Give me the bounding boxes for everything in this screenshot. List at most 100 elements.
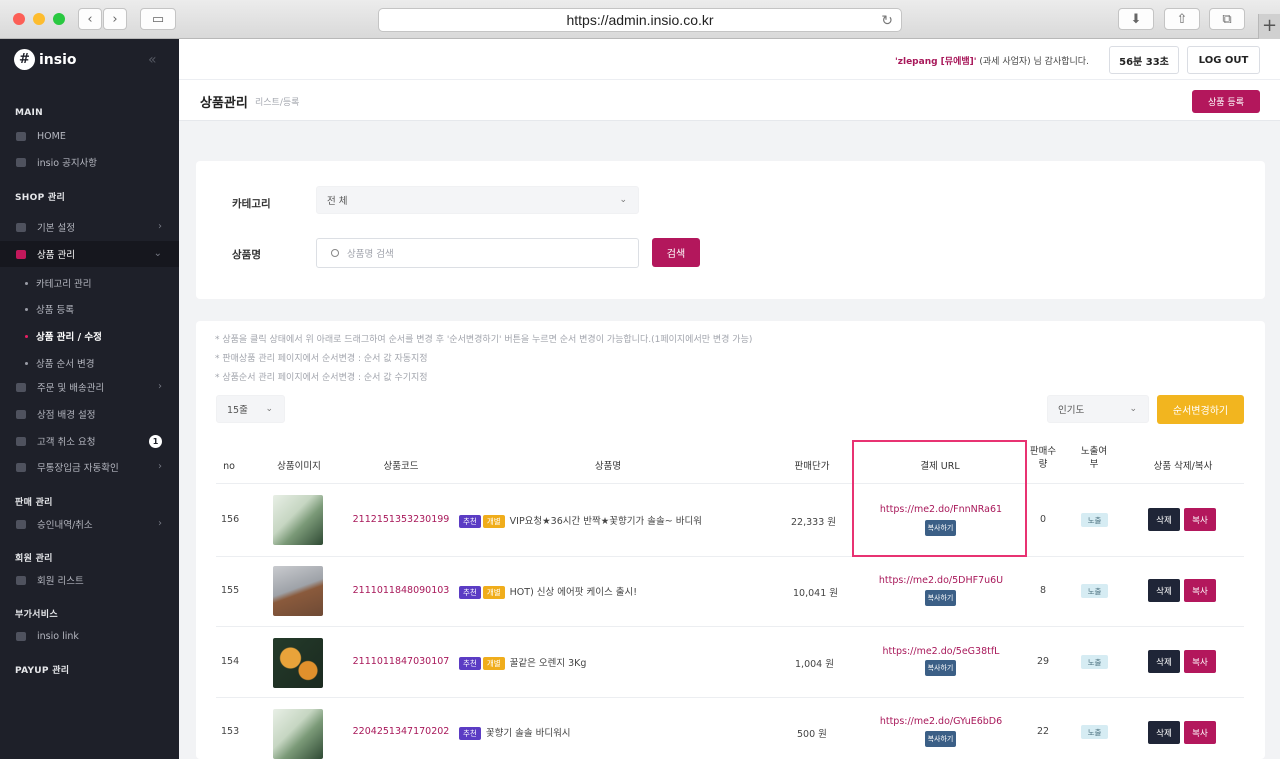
product-name-label: 상품명	[232, 249, 261, 261]
product-name[interactable]: 추천 꽃향기 솔솔 바디워시	[459, 725, 571, 740]
sidebar-item-home[interactable]: HOME	[0, 123, 179, 149]
sidebar-item-member-list[interactable]: 회원 리스트	[0, 567, 179, 593]
payment-url[interactable]: https://me2.do/5eG38tfL	[866, 646, 1016, 657]
tabs-icon[interactable]: ⧉	[1209, 8, 1245, 30]
sidebar-item-product[interactable]: 상품 관리 ⌄	[0, 241, 179, 267]
chevron-right-icon: ›	[158, 381, 162, 392]
product-code[interactable]: 220425134717020­2	[346, 726, 456, 737]
breadcrumb: 리스트/등록	[255, 98, 300, 108]
category-select[interactable]: 전 체 ⌄	[316, 186, 639, 214]
logo-icon: #	[14, 49, 35, 70]
chevron-right-icon: ›	[158, 518, 162, 529]
product-name[interactable]: 추천 개별 VIP요청★36시간 반짝★꽃향기가 솔솔~ 바디워	[459, 513, 702, 528]
tag-recommend: 추천	[459, 727, 481, 740]
page-size-select[interactable]: 15줄 ⌄	[216, 395, 285, 423]
sub-item-register[interactable]: 상품 등록	[25, 302, 74, 316]
exposure-badge: 노출	[1081, 584, 1108, 598]
search-icon	[331, 249, 339, 257]
product-code[interactable]: 211215135323019­9	[346, 514, 456, 525]
tag-individual: 개별	[482, 657, 505, 670]
copy-url-button[interactable]: 복사하기	[925, 660, 956, 676]
new-tab-icon[interactable]: +	[1258, 14, 1280, 39]
copy-button[interactable]: 복사	[1184, 650, 1216, 673]
chevron-down-icon: ⌄	[1129, 404, 1137, 414]
divider	[216, 483, 1244, 484]
sidebar-item-approval[interactable]: 승인내역/취소 ›	[0, 511, 179, 537]
sidebar-item-basic[interactable]: 기본 설정 ›	[0, 214, 179, 240]
home-icon	[16, 131, 26, 141]
sidebar-item-notice[interactable]: insio 공지사항	[0, 149, 179, 175]
category-label: 카테고리	[232, 198, 271, 210]
price: 22,333 원	[791, 517, 837, 528]
zoom-window-button[interactable]	[53, 13, 65, 25]
chevron-right-icon: ›	[158, 221, 162, 232]
col-image: 상품이미지	[277, 461, 321, 472]
copy-url-button[interactable]: 복사하기	[925, 590, 956, 606]
payment-url[interactable]: https://me2.do/GYuE6bD6	[866, 716, 1016, 727]
search-input[interactable]: 상품명 검색	[316, 238, 639, 268]
sold-count: 22	[1037, 726, 1050, 737]
col-name: 상품명	[594, 461, 622, 472]
product-thumbnail[interactable]	[273, 495, 323, 545]
copy-url-button[interactable]: 복사하기	[925, 731, 956, 747]
register-product-button[interactable]: 상품 등록	[1192, 90, 1260, 113]
settings-icon	[16, 222, 26, 232]
close-window-button[interactable]	[13, 13, 25, 25]
col-price: 판매단가	[794, 461, 830, 472]
sub-item-order[interactable]: 상품 순서 변경	[25, 356, 94, 370]
download-icon[interactable]: ⬇	[1118, 8, 1154, 30]
logout-button[interactable]: LOG OUT	[1187, 46, 1260, 74]
exposure-badge: 노출	[1081, 513, 1108, 527]
card-icon	[16, 519, 26, 529]
reload-icon[interactable]: ↻	[881, 12, 893, 29]
sidebar-toggle-icon[interactable]: ▭	[140, 8, 176, 30]
delete-button[interactable]: 삭제	[1148, 650, 1180, 673]
product-name[interactable]: 추천 개별 꿀같은 오렌지 3Kg	[459, 655, 586, 670]
tag-recommend: 추천	[459, 586, 481, 599]
minimize-window-button[interactable]	[33, 13, 45, 25]
sidebar-item-order[interactable]: 주문 및 배송관리 ›	[0, 374, 179, 400]
sort-select[interactable]: 인기도 ⌄	[1047, 395, 1149, 423]
product-code[interactable]: 211101184809010­3	[346, 585, 456, 596]
sub-item-category[interactable]: 카테고리 관리	[25, 276, 91, 290]
delete-button[interactable]: 삭제	[1148, 579, 1180, 602]
forward-icon[interactable]: ›	[103, 8, 127, 30]
copy-button[interactable]: 복사	[1184, 721, 1216, 744]
price: 1,004 원	[795, 659, 834, 670]
logo[interactable]: # insio	[14, 49, 77, 70]
sidebar-item-store-bg[interactable]: 상점 배경 설정	[0, 401, 179, 427]
col-code: 상품코드	[383, 461, 419, 472]
back-icon[interactable]: ‹	[78, 8, 102, 30]
section-shop: SHOP 관리	[15, 193, 66, 203]
sidebar-item-deposit[interactable]: 무통장입금 자동확인 ›	[0, 454, 179, 480]
product-name[interactable]: 추천 개별 HOT) 신상 에어팟 케이스 출시!	[459, 584, 637, 599]
copy-button[interactable]: 복사	[1184, 579, 1216, 602]
sidebar-item-link[interactable]: insio link	[0, 623, 179, 649]
share-icon[interactable]: ⇧	[1164, 8, 1200, 30]
browser-toolbar: ‹ › ▭ https://admin.insio.co.kr ↻ ⬇ ⇧ ⧉ …	[0, 0, 1280, 39]
product-code[interactable]: 211101184703010­7	[346, 656, 456, 667]
greeting: 'zlepang [뮤에뱀]' (과세 사업자) 님 감사합니다.	[895, 57, 1089, 67]
search-button[interactable]: 검색	[652, 238, 700, 267]
row-no: 154	[221, 656, 240, 667]
delete-button[interactable]: 삭제	[1148, 721, 1180, 744]
cancel-count-badge: 1	[149, 435, 162, 448]
filter-card	[196, 161, 1265, 299]
sold-count: 0	[1040, 514, 1047, 525]
product-thumbnail[interactable]	[273, 709, 323, 759]
users-icon	[16, 575, 26, 585]
url-highlight-box	[852, 440, 1027, 557]
sub-item-edit[interactable]: 상품 관리 / 수정	[25, 329, 102, 343]
product-thumbnail[interactable]	[273, 638, 323, 688]
chevron-down-icon: ⌄	[265, 404, 273, 414]
payment-url[interactable]: https://me2.do/5DHF7u6U	[866, 575, 1016, 586]
copy-button[interactable]: 복사	[1184, 508, 1216, 531]
truck-icon	[16, 382, 26, 392]
exposure-badge: 노출	[1081, 725, 1108, 739]
product-thumbnail[interactable]	[273, 566, 323, 616]
delete-button[interactable]: 삭제	[1148, 508, 1180, 531]
session-timer: 56분 33초	[1109, 46, 1179, 74]
collapse-sidebar-icon[interactable]: «	[148, 52, 157, 68]
address-bar[interactable]: https://admin.insio.co.kr ↻	[378, 8, 902, 32]
reorder-button[interactable]: 순서변경하기	[1157, 395, 1244, 424]
